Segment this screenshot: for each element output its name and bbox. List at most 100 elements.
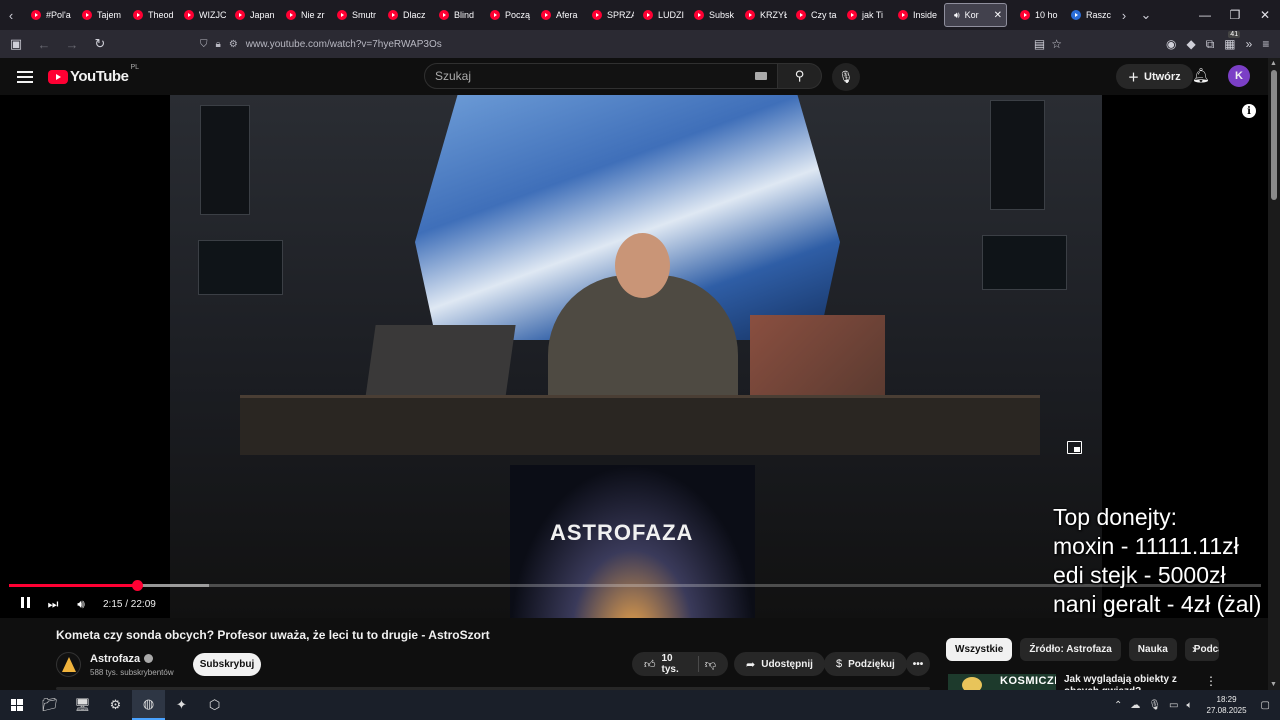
app-menu-icon[interactable]: ≡ [1262, 37, 1269, 51]
recommended-title[interactable]: Jak wyglądają obiekty z obcych gwiazd? [1064, 674, 1204, 690]
page-scrollbar[interactable]: ▲ ▼ [1268, 58, 1280, 690]
browser-tab[interactable]: Subsk [685, 3, 736, 27]
permissions-icon[interactable]: ⚙︎ [229, 39, 238, 50]
notifications-bell-icon[interactable]: 🔔︎ [1192, 67, 1210, 84]
tab-list-dropdown-icon[interactable]: ⌄ [1135, 0, 1157, 30]
tab-scroll-left-icon[interactable]: ‹ [0, 0, 22, 30]
create-button[interactable]: ＋ Utwórz [1116, 64, 1193, 89]
channel-name[interactable]: Astrofaza [90, 653, 154, 665]
url-bar[interactable]: ⛉ 🔒︎ ⚙︎ www.youtube.com/watch?v=7hyeRWAP… [196, 32, 1066, 56]
keyboard-icon[interactable] [755, 72, 767, 80]
browser-tab[interactable]: Smutr [328, 3, 379, 27]
browser-tab[interactable]: KRZYŁ [736, 3, 787, 27]
miniplayer-icon[interactable] [1067, 441, 1082, 454]
restore-icon[interactable]: ❐ [1220, 0, 1250, 30]
scroll-up-icon[interactable]: ▲ [1270, 60, 1277, 67]
tray-overflow-icon[interactable]: ⌃ [1114, 700, 1122, 711]
app-icon-6[interactable]: ⬡ [198, 690, 231, 720]
close-tab-icon[interactable]: ✕ [994, 10, 1002, 21]
minimize-icon[interactable]: — [1190, 0, 1220, 30]
extension-shield-icon[interactable]: ◉ [1166, 37, 1176, 51]
search-button[interactable]: ⚲ [778, 63, 822, 89]
channel-name-text[interactable]: Astrofaza [90, 653, 140, 665]
reader-view-icon[interactable]: ▤ [1034, 37, 1045, 51]
sidebar-toggle-icon[interactable]: ▣ [4, 32, 28, 56]
taskbar-clock[interactable]: 18:29 27.08.2025 [1207, 694, 1247, 716]
share-button[interactable]: ➦ Udostępnij [734, 652, 825, 676]
notifications-icon[interactable]: ▢ [1261, 700, 1270, 711]
pause-button[interactable] [11, 597, 39, 611]
progress-scrubber-handle[interactable] [131, 580, 143, 591]
recommended-more-icon[interactable]: ⋮ [1205, 674, 1217, 688]
scroll-down-icon[interactable]: ▼ [1270, 681, 1277, 688]
tray-volume-icon[interactable]: 🔈︎ [1187, 700, 1193, 711]
video-player[interactable]: ASTROFAZA i ⏭︎ 🔊︎ 2:15 / 22:09 Top donej… [0, 95, 1268, 618]
browser-tab[interactable]: Raszc [1062, 3, 1113, 27]
browser-tab-active[interactable]: 🔊︎ Kor ✕ [944, 3, 1007, 27]
filter-chip[interactable]: Podcasty [1184, 638, 1219, 661]
extensions-puzzle-icon[interactable]: ⧉ [1206, 37, 1215, 52]
browser-tab[interactable]: Począ [481, 3, 532, 27]
tab-label: Tajem [97, 10, 122, 20]
account-avatar[interactable]: K [1228, 65, 1250, 87]
guide-menu-icon[interactable] [17, 70, 33, 83]
chips-next-icon[interactable]: › [1192, 642, 1196, 656]
browser-tab[interactable]: Japan [226, 3, 277, 27]
browser-tab[interactable]: Dlacz [379, 3, 430, 27]
filter-chip[interactable]: Źródło: Astrofaza [1020, 638, 1121, 661]
tray-microphone-icon[interactable]: 🎙︎ [1148, 700, 1161, 711]
youtube-logo[interactable]: YouTube PL [48, 64, 139, 85]
audio-playing-icon[interactable]: 🔊︎ [954, 10, 960, 21]
reload-icon[interactable]: ↻ [88, 32, 112, 56]
next-button[interactable]: ⏭︎ [39, 597, 67, 612]
browser-tab[interactable]: Blind [430, 3, 481, 27]
voice-search-button[interactable]: 🎙︎ [832, 63, 860, 91]
browser-tab[interactable]: Theod [124, 3, 175, 27]
shield-icon[interactable]: ⛉ [200, 39, 208, 50]
info-icon[interactable]: i [1242, 104, 1256, 118]
browser-tab[interactable]: Inside [889, 3, 940, 27]
recommended-thumbnail[interactable]: KOSMICZNI [948, 674, 1056, 690]
filter-chip[interactable]: Wszystkie [946, 638, 1013, 661]
channel-avatar[interactable] [56, 652, 81, 677]
browser-tab[interactable]: Nie zr [277, 3, 328, 27]
overflow-chevrons-icon[interactable]: » [1246, 37, 1253, 51]
forward-icon[interactable]: → [60, 32, 84, 56]
browser-tab[interactable]: WIZJC [175, 3, 226, 27]
browser-tab[interactable]: 10 ho [1011, 3, 1062, 27]
browser-tab[interactable]: Czy ta [787, 3, 838, 27]
file-explorer-icon[interactable]: 📁︎ [33, 690, 66, 720]
subscribe-button[interactable]: Subskrybuj [193, 653, 261, 676]
browser-tab[interactable]: Afera [532, 3, 583, 27]
tab-label: KRZYŁ [760, 10, 787, 20]
like-icon[interactable]: 👍︎ [644, 658, 656, 671]
more-actions-button[interactable]: ••• [906, 652, 930, 676]
start-button[interactable] [0, 690, 33, 720]
tab-scroll-right-icon[interactable]: › [1113, 0, 1135, 30]
browser-tab[interactable]: #Pol'a [22, 3, 73, 27]
browser-tab[interactable]: LUDZI [634, 3, 685, 27]
app-icon-5[interactable]: ✦ [165, 690, 198, 720]
extension-badge-icon[interactable]: ▦ 41 [1224, 31, 1241, 51]
close-window-icon[interactable]: ✕ [1250, 0, 1280, 30]
computer-icon[interactable]: 🖥︎ [66, 690, 99, 720]
like-count[interactable]: 10 tys. [662, 653, 692, 675]
browser-tab[interactable]: jak Ti [838, 3, 889, 27]
browser-tab[interactable]: SPRZA [583, 3, 634, 27]
back-icon[interactable]: ← [32, 32, 56, 56]
firefox-icon[interactable]: ◍ [132, 690, 165, 720]
search-input[interactable]: Szukaj [424, 63, 778, 89]
dislike-icon[interactable]: 👎︎ [705, 658, 716, 671]
browser-tab[interactable]: Tajem [73, 3, 124, 27]
cloud-icon[interactable]: ☁︎ [1130, 700, 1140, 711]
filter-chip[interactable]: Nauka [1128, 638, 1177, 661]
scrollbar-thumb[interactable] [1271, 70, 1277, 200]
volume-button[interactable]: 🔊︎ [67, 597, 95, 612]
url-text[interactable]: www.youtube.com/watch?v=7hyeRWAP3Os [246, 39, 442, 50]
lock-icon[interactable]: 🔒︎ [216, 39, 221, 50]
bookmark-star-icon[interactable]: ☆ [1051, 37, 1062, 51]
steam-icon[interactable]: ⚙︎ [99, 690, 132, 720]
thanks-button[interactable]: $ Podziękuj [824, 652, 907, 676]
network-icon[interactable]: ▭ [1169, 700, 1178, 711]
extension-fox-icon[interactable]: ◆ [1186, 37, 1195, 51]
